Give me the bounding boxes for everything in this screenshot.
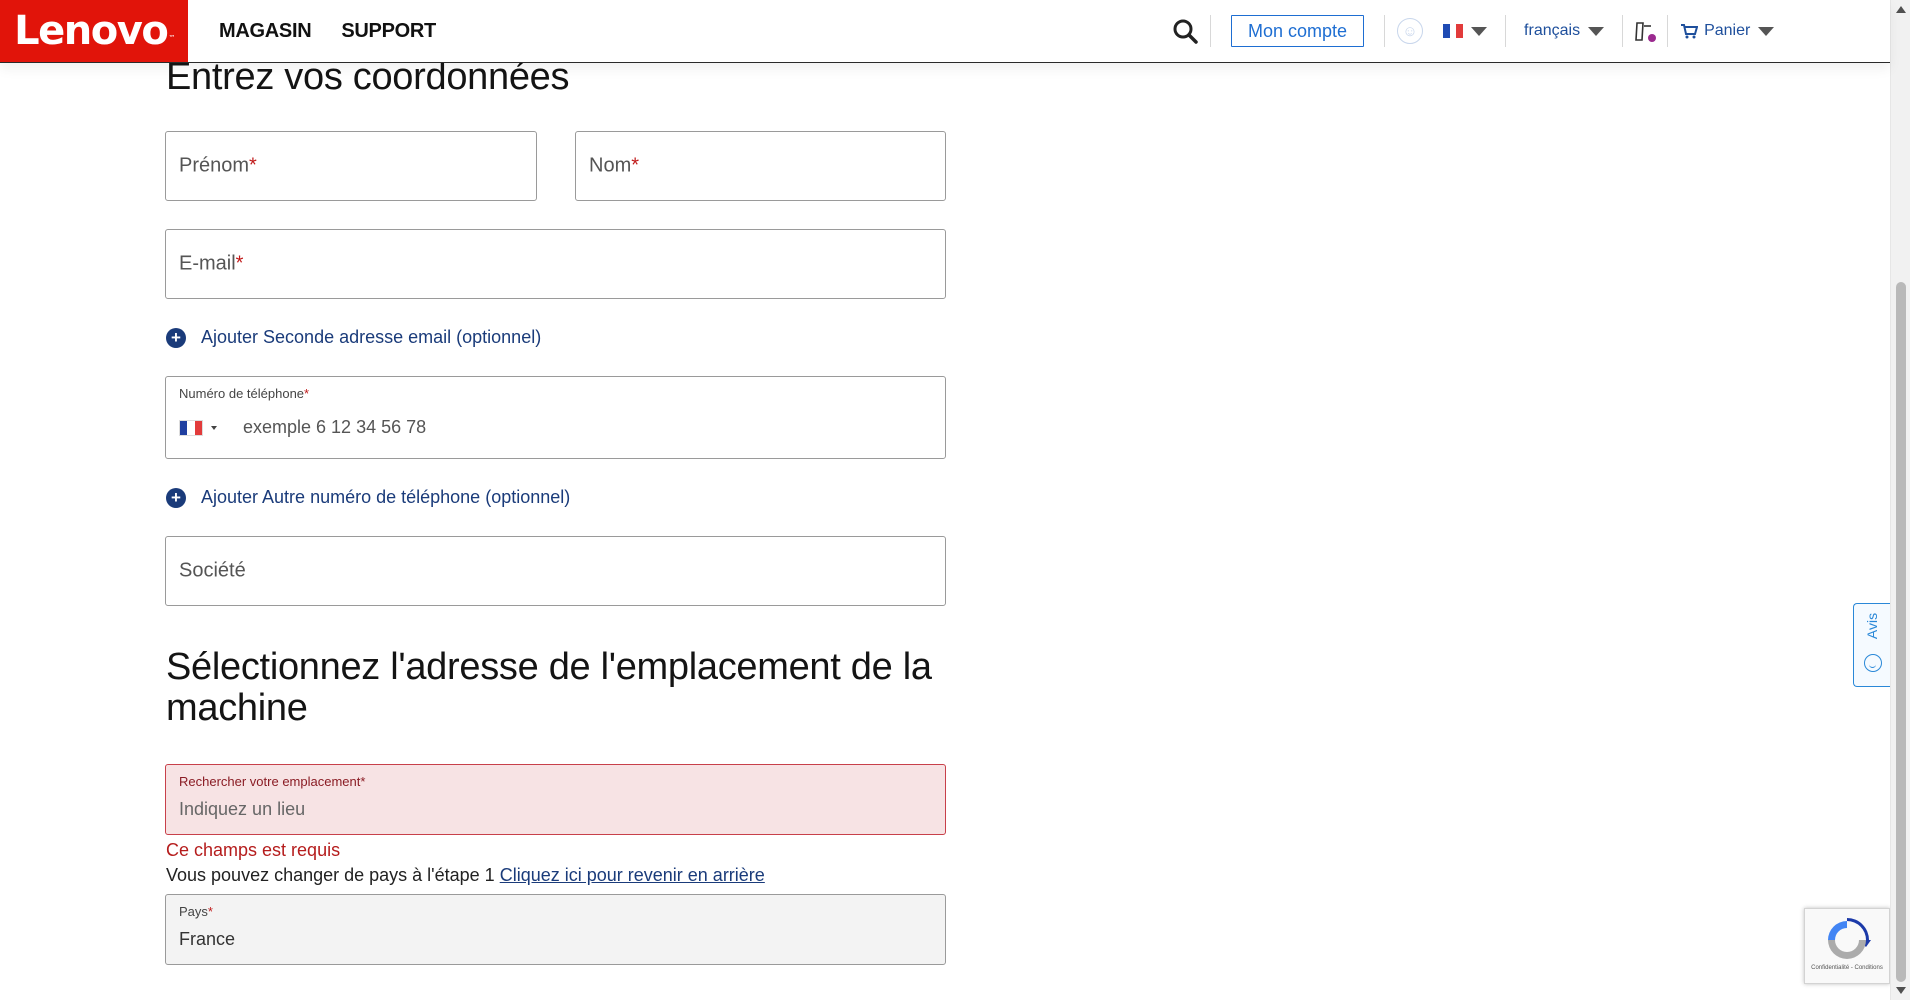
add-second-email-link[interactable]: + Ajouter Seconde adresse email (optionn… (166, 327, 541, 348)
nav-magasin[interactable]: MAGASIN (219, 20, 312, 43)
country-selector[interactable] (1435, 24, 1488, 38)
location-search-field[interactable]: Rechercher votre emplacement* Indiquez u… (165, 764, 946, 835)
first-name-placeholder: Prénom (179, 154, 250, 177)
smiley-icon (1863, 654, 1882, 672)
language-selector[interactable]: français (1524, 22, 1605, 40)
plus-circle-icon: + (166, 487, 186, 508)
company-field[interactable]: Société (165, 536, 946, 606)
required-mark: * (235, 252, 244, 275)
divider (1210, 15, 1211, 47)
compare-button[interactable] (1623, 0, 1667, 62)
phone-label: Numéro de téléphone (179, 386, 305, 401)
email-field[interactable]: E-mail* (165, 229, 946, 299)
section-title: Sélectionnez l'adresse de l'emplacement … (166, 646, 932, 729)
accessibility-icon[interactable]: ☺ (1397, 18, 1424, 44)
divider (1384, 15, 1386, 47)
search-icon (1173, 19, 1198, 44)
scroll-up-arrow[interactable] (1896, 6, 1906, 13)
first-name-field[interactable]: Prénom* (165, 131, 537, 201)
lenovo-logo[interactable]: Lenovo ™ (0, 0, 188, 62)
header-actions: Mon compte ☺ français Panier (1160, 0, 1775, 62)
chevron-down-icon (1588, 26, 1605, 36)
error-message: Ce champs est requis (166, 840, 341, 860)
phone-field[interactable]: Numéro de téléphone* exemple 6 12 34 56 … (165, 376, 946, 459)
site-header: Lenovo ™ MAGASIN SUPPORT Mon compte ☺ fra… (0, 0, 1890, 63)
plus-circle-icon: + (166, 327, 186, 348)
nav-support[interactable]: SUPPORT (341, 20, 436, 43)
country-change-note: Vous pouvez changer de pays à l'étape 1 … (166, 865, 765, 885)
search-button[interactable] (1160, 0, 1210, 62)
country-value: France (179, 929, 236, 949)
location-label: Rechercher votre emplacement (179, 774, 361, 789)
required-mark: * (249, 154, 257, 177)
scroll-down-arrow[interactable] (1896, 987, 1906, 994)
scroll-thumb[interactable] (1896, 282, 1906, 982)
chevron-down-icon (1758, 26, 1775, 36)
feedback-tab[interactable]: Avis (1853, 603, 1891, 687)
last-name-placeholder: Nom (589, 154, 632, 177)
chevron-down-icon (211, 425, 217, 430)
scrollbar[interactable] (1890, 0, 1910, 1000)
country-code-selector[interactable] (179, 419, 203, 436)
country-field[interactable]: Pays* France (165, 894, 946, 965)
compare-icon (1635, 22, 1657, 42)
phone-input[interactable]: exemple 6 12 34 56 78 (243, 417, 426, 438)
chevron-down-icon (1471, 26, 1488, 36)
france-flag-icon (1443, 24, 1464, 38)
divider (1667, 15, 1669, 47)
cart-button[interactable]: Panier (1680, 22, 1775, 40)
recaptcha-icon (1828, 918, 1871, 959)
add-other-phone-link[interactable]: + Ajouter Autre numéro de téléphone (opt… (166, 487, 570, 508)
required-mark: * (631, 154, 640, 177)
email-placeholder: E-mail (179, 252, 236, 275)
country-label: Pays (179, 904, 208, 919)
company-placeholder: Société (179, 559, 246, 582)
recaptcha-badge[interactable]: Confidentialité - Conditions (1804, 908, 1890, 984)
go-back-link[interactable]: Cliquez ici pour revenir en arrière (500, 865, 765, 885)
last-name-field[interactable]: Nom* (575, 131, 946, 201)
cart-icon (1681, 24, 1699, 39)
location-search-input[interactable]: Indiquez un lieu (179, 799, 305, 820)
divider (1505, 15, 1507, 47)
account-button[interactable]: Mon compte (1231, 15, 1365, 47)
